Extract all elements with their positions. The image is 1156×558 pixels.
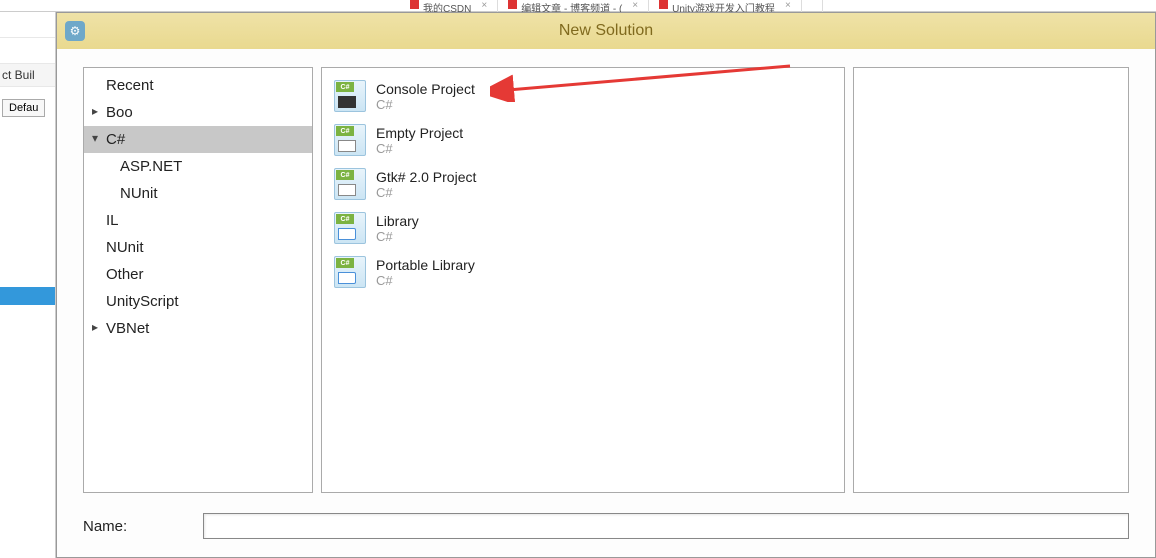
name-row: Name: [83, 513, 1129, 539]
template-name: Portable Library [376, 257, 475, 273]
bg-selection-bar [0, 287, 55, 305]
app-icon: ⚙ [65, 21, 85, 41]
template-icon: C# [334, 80, 366, 112]
template-name: Console Project [376, 81, 475, 97]
template-name: Gtk# 2.0 Project [376, 169, 476, 185]
dialog-titlebar[interactable]: ⚙ New Solution [57, 13, 1155, 49]
template-library[interactable]: C# Library C# [326, 206, 840, 250]
csharp-badge-icon: C# [336, 214, 354, 224]
new-solution-dialog: ⚙ New Solution Recent Boo C# ASP.NET NUn… [56, 12, 1156, 558]
dialog-body: Recent Boo C# ASP.NET NUnit IL NUnit Oth… [57, 49, 1155, 557]
tree-item-csharp[interactable]: C# [84, 126, 312, 153]
tab-label: 编辑文章 - 博客频道 - ( [521, 0, 622, 12]
template-name: Empty Project [376, 125, 463, 141]
csharp-badge-icon: C# [336, 258, 354, 268]
csharp-badge-icon: C# [336, 126, 354, 136]
tab-label: Unity游戏开发入门教程 [672, 0, 775, 12]
category-tree: Recent Boo C# ASP.NET NUnit IL NUnit Oth… [84, 68, 312, 346]
template-icon: C# [334, 168, 366, 200]
tab-favicon [508, 0, 517, 9]
tree-item-aspnet[interactable]: ASP.NET [84, 153, 312, 180]
close-icon[interactable]: × [785, 0, 791, 11]
tree-header-recent[interactable]: Recent [84, 72, 312, 99]
bg-toolbar [0, 38, 55, 64]
library-icon [338, 272, 356, 284]
tab-overflow[interactable] [802, 0, 823, 12]
tab-favicon [659, 0, 668, 9]
template-list: C# Console Project C# C# [322, 68, 844, 300]
template-lang: C# [376, 97, 475, 112]
template-lang: C# [376, 141, 463, 156]
tree-item-vbnet[interactable]: VBNet [84, 315, 312, 342]
dialog-title: New Solution [559, 22, 653, 40]
template-lang: C# [376, 273, 475, 288]
bg-toolbar [0, 12, 55, 38]
template-empty-project[interactable]: C# Empty Project C# [326, 118, 840, 162]
tree-item-nunit-root[interactable]: NUnit [84, 234, 312, 261]
description-panel [853, 67, 1129, 493]
tree-item-other[interactable]: Other [84, 261, 312, 288]
tree-item-boo[interactable]: Boo [84, 99, 312, 126]
tree-item-il[interactable]: IL [84, 207, 312, 234]
close-icon[interactable]: × [632, 0, 638, 11]
csharp-badge-icon: C# [336, 82, 354, 92]
template-console-project[interactable]: C# Console Project C# [326, 74, 840, 118]
template-name: Library [376, 213, 419, 229]
template-icon: C# [334, 124, 366, 156]
browser-tab[interactable]: 编辑文章 - 博客频道 - ( × [498, 0, 649, 12]
library-icon [338, 228, 356, 240]
bg-dropdown-button[interactable]: Defau [2, 99, 45, 117]
template-lang: C# [376, 185, 476, 200]
tab-label: 我的CSDN [423, 0, 471, 12]
template-lang: C# [376, 229, 419, 244]
template-icon: C# [334, 212, 366, 244]
window-icon [338, 140, 356, 152]
browser-tab[interactable]: Unity游戏开发入门教程 × [649, 0, 802, 12]
template-icon: C# [334, 256, 366, 288]
csharp-badge-icon: C# [336, 170, 354, 180]
window-icon [338, 184, 356, 196]
tree-item-unityscript[interactable]: UnityScript [84, 288, 312, 315]
categories-panel: Recent Boo C# ASP.NET NUnit IL NUnit Oth… [83, 67, 313, 493]
console-icon [338, 96, 356, 108]
close-icon[interactable]: × [481, 0, 487, 11]
browser-tab[interactable]: 我的CSDN × [400, 0, 498, 12]
tab-favicon [410, 0, 419, 9]
panels-row: Recent Boo C# ASP.NET NUnit IL NUnit Oth… [83, 67, 1129, 493]
templates-panel: C# Console Project C# C# [321, 67, 845, 493]
tree-item-nunit[interactable]: NUnit [84, 180, 312, 207]
name-label: Name: [83, 518, 193, 535]
name-input[interactable] [203, 513, 1129, 539]
background-browser-tabs: 我的CSDN × 编辑文章 - 博客频道 - ( × Unity游戏开发入门教程… [0, 0, 1156, 12]
bg-menu-row[interactable]: ct Buil [0, 64, 55, 87]
template-portable-library[interactable]: C# Portable Library C# [326, 250, 840, 294]
background-left-panel: ct Buil Defau [0, 12, 56, 558]
template-gtk-project[interactable]: C# Gtk# 2.0 Project C# [326, 162, 840, 206]
